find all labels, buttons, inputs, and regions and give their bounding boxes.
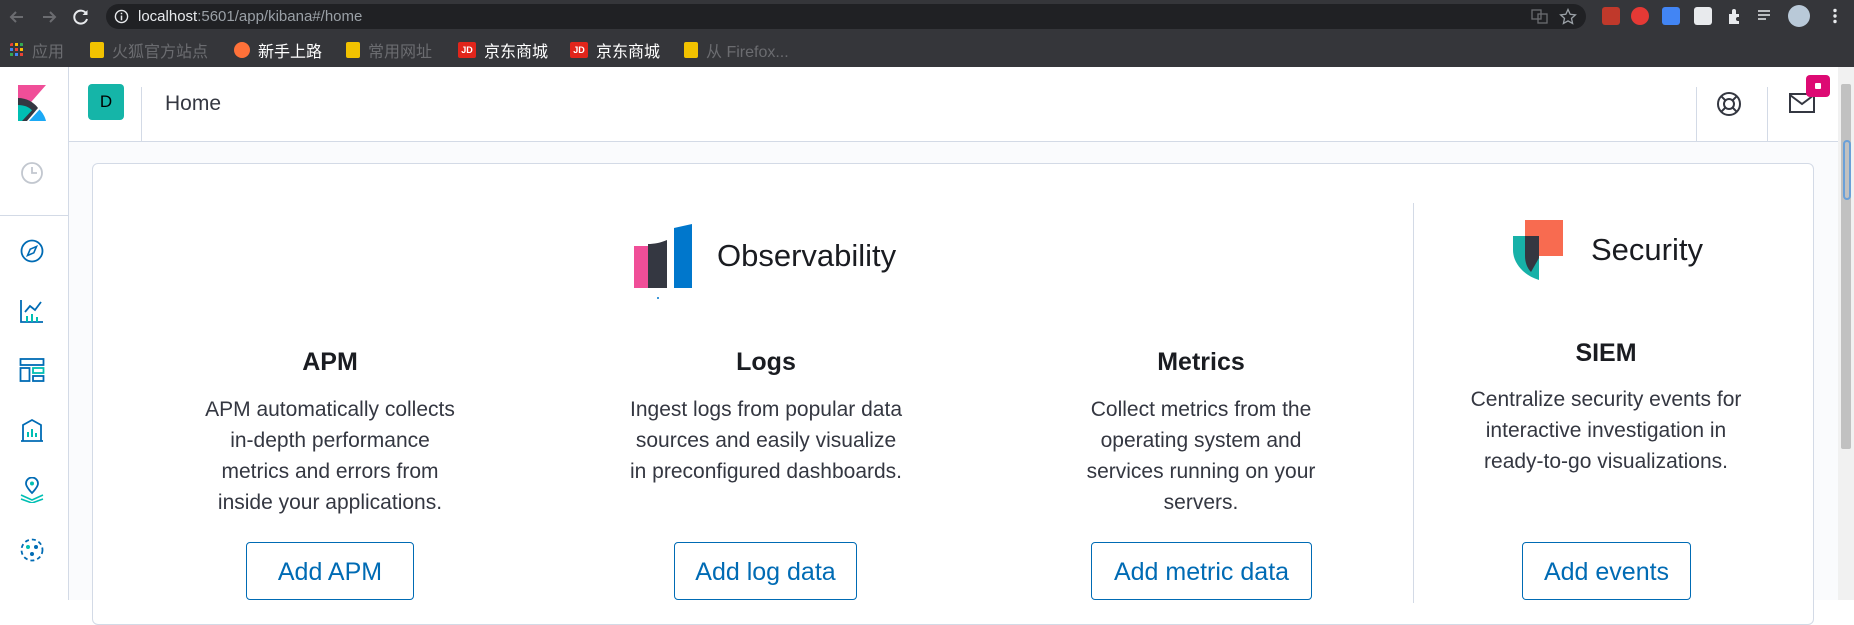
- desc-line: APM automatically collects: [205, 398, 455, 421]
- bookmark-jd-1[interactable]: JD 京东商城: [458, 40, 549, 61]
- apps-grid-icon: [10, 43, 23, 56]
- reload-icon[interactable]: [70, 6, 92, 28]
- bookmark-label: 京东商城: [596, 44, 661, 61]
- scroll-grip-indicator: [1843, 140, 1851, 200]
- url-host: localhost: [138, 8, 198, 25]
- bookmark-common-sites[interactable]: 常用网址: [346, 40, 433, 61]
- feature-desc-siem: Centralize security events for interacti…: [1446, 384, 1766, 477]
- header-divider: [1696, 87, 1697, 141]
- address-bar[interactable]: localhost:5601/app/kibana#/home: [106, 4, 1586, 29]
- security-title: Security: [1591, 232, 1703, 267]
- desc-line: in-depth performance: [230, 429, 430, 452]
- profile-avatar[interactable]: [1788, 5, 1810, 27]
- kibana-logo-icon[interactable]: [18, 85, 46, 121]
- machine-learning-icon[interactable]: [19, 537, 45, 563]
- desc-line: Centralize security events for: [1470, 388, 1742, 411]
- desc-line: sources and easily visualize: [635, 429, 897, 452]
- jd-logo-icon: JD: [458, 42, 476, 58]
- security-logo-icon: [1513, 220, 1563, 280]
- desc-line: ready-to-go visualizations.: [1484, 450, 1728, 473]
- canvas-icon[interactable]: [19, 417, 45, 443]
- bookmark-from-firefox[interactable]: 从 Firefox...: [684, 40, 789, 61]
- page-scrollbar-thumb[interactable]: [1841, 84, 1851, 449]
- desc-line: in preconfigured dashboards.: [629, 460, 902, 483]
- forward-arrow-icon[interactable]: [38, 6, 60, 28]
- page-title: Home: [165, 92, 222, 115]
- back-arrow-icon[interactable]: [6, 6, 28, 28]
- desc-line: metrics and errors from: [221, 460, 439, 483]
- help-lifebuoy-icon[interactable]: [1716, 91, 1742, 117]
- add-log-data-button[interactable]: Add log data: [674, 542, 857, 600]
- desc-line: Collect metrics from the: [1090, 398, 1312, 421]
- visualize-chart-icon[interactable]: [19, 298, 45, 324]
- recently-viewed-clock-icon[interactable]: [19, 160, 45, 186]
- discover-compass-icon[interactable]: [19, 238, 45, 264]
- section-divider: [1413, 203, 1414, 603]
- folder-icon: [90, 42, 104, 58]
- vue-devtools-extension-icon[interactable]: [1694, 7, 1712, 25]
- desc-line: services running on your: [1086, 460, 1316, 483]
- desc-line: operating system and: [1100, 429, 1302, 452]
- desc-line: Ingest logs from popular data: [630, 398, 902, 421]
- bookmark-label: 新手上路: [258, 44, 323, 61]
- bookmark-star-icon[interactable]: [1559, 8, 1577, 26]
- bookmark-label: 从 Firefox...: [706, 44, 789, 61]
- header-divider: [141, 87, 142, 141]
- folder-icon: [346, 42, 360, 58]
- kibana-header: D Home: [0, 67, 1838, 142]
- bookmark-getting-started[interactable]: 新手上路: [234, 40, 323, 61]
- desc-line: inside your applications.: [217, 491, 443, 514]
- feature-title-siem: SIEM: [1575, 339, 1637, 367]
- bookmark-label: 京东商城: [484, 44, 549, 61]
- feature-desc-logs: Ingest logs from popular data sources an…: [606, 394, 926, 487]
- folder-icon: [684, 42, 698, 58]
- dashboard-icon[interactable]: [19, 357, 45, 383]
- feature-desc-apm: APM automatically collects in-depth perf…: [180, 394, 480, 518]
- space-avatar[interactable]: D: [88, 84, 124, 120]
- bookmark-apps[interactable]: 应用: [10, 40, 65, 61]
- bookmark-firefox-official[interactable]: 火狐官方站点: [90, 40, 209, 61]
- desc-line: servers.: [1163, 491, 1239, 514]
- site-info-icon[interactable]: [114, 9, 129, 24]
- header-divider: [1767, 87, 1768, 141]
- add-metric-data-button[interactable]: Add metric data: [1091, 542, 1312, 600]
- bookmark-label: 火狐官方站点: [112, 44, 209, 61]
- bookmark-jd-2[interactable]: JD 京东商城: [570, 40, 661, 61]
- observability-logo-icon: [634, 224, 692, 299]
- url-text[interactable]: localhost:5601/app/kibana#/home: [138, 8, 362, 25]
- translate-icon[interactable]: [1531, 8, 1548, 25]
- feature-title-logs: Logs: [736, 348, 796, 376]
- bookmark-label: 应用: [32, 44, 65, 61]
- add-apm-button[interactable]: Add APM: [246, 542, 414, 600]
- browser-toolbar: localhost:5601/app/kibana#/home: [0, 0, 1854, 33]
- side-nav-divider: [0, 215, 68, 216]
- bookmark-label: 常用网址: [368, 44, 433, 61]
- browser-menu-icon[interactable]: [1826, 7, 1844, 25]
- jd-logo-icon: JD: [570, 42, 588, 58]
- feature-title-metrics: Metrics: [1157, 348, 1245, 376]
- add-events-button[interactable]: Add events: [1522, 542, 1691, 600]
- firefox-icon: [234, 42, 250, 58]
- url-path: :5601/app/kibana#/home: [197, 8, 363, 25]
- newsfeed-badge[interactable]: [1806, 75, 1830, 97]
- google-translate-extension-icon[interactable]: [1662, 7, 1680, 25]
- side-nav: [0, 141, 69, 600]
- adblock-extension-icon[interactable]: [1631, 7, 1649, 25]
- reading-list-icon[interactable]: [1756, 7, 1774, 25]
- ublock-extension-icon[interactable]: [1602, 7, 1620, 25]
- maps-pin-icon[interactable]: [19, 477, 45, 503]
- kibana-logo-cell[interactable]: [0, 67, 69, 141]
- extensions-puzzle-icon[interactable]: [1726, 7, 1744, 25]
- feature-title-apm: APM: [302, 348, 358, 376]
- observability-title: Observability: [717, 238, 897, 273]
- desc-line: interactive investigation in: [1485, 419, 1727, 442]
- bookmarks-bar: 应用 火狐官方站点 新手上路 常用网址 JD 京东商城 JD 京东商城 从 Fi…: [0, 33, 1854, 68]
- feature-desc-metrics: Collect metrics from the operating syste…: [1051, 394, 1351, 518]
